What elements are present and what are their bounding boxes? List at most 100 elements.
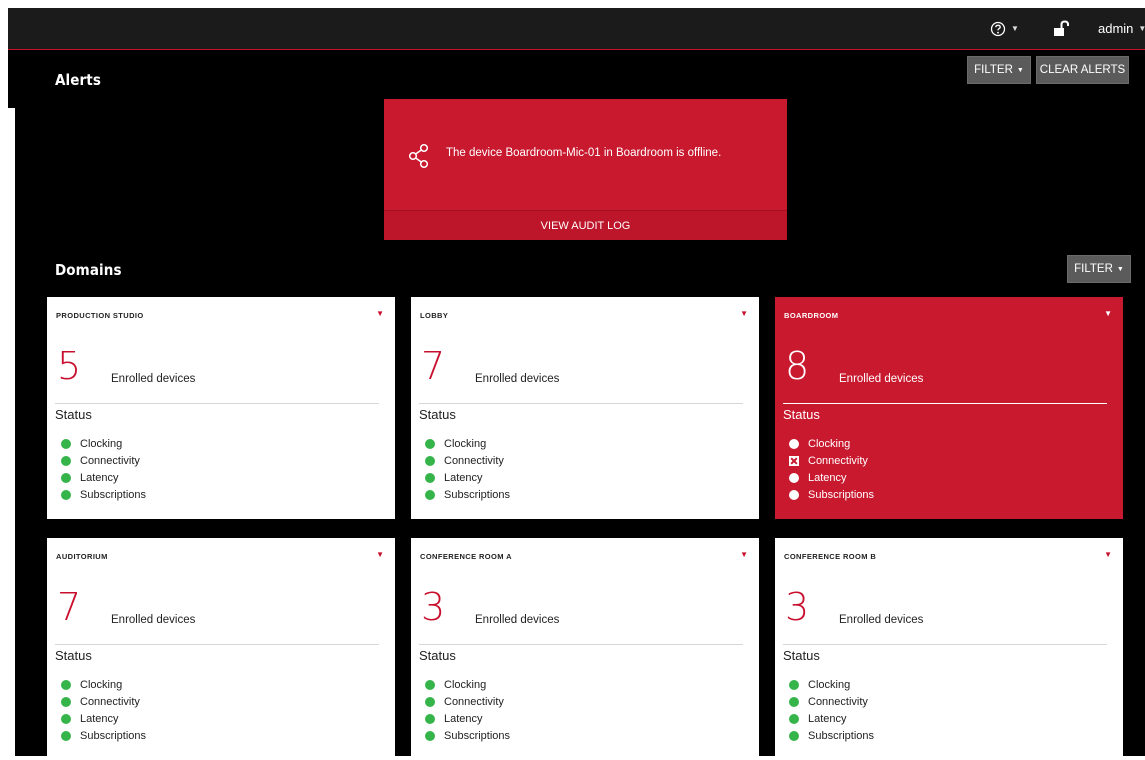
share-network-icon bbox=[408, 143, 429, 169]
help-circle-icon bbox=[990, 21, 1006, 36]
status-heading: Status bbox=[419, 407, 456, 422]
help-menu[interactable]: ▼ bbox=[990, 8, 1019, 49]
alerts-filter-button[interactable]: FILTER ▼ bbox=[967, 56, 1031, 84]
status-label: Connectivity bbox=[80, 454, 140, 467]
status-ok-icon bbox=[789, 696, 799, 707]
status-item: Subscriptions bbox=[425, 486, 510, 503]
card-menu-caret-icon[interactable]: ▼ bbox=[1104, 309, 1112, 318]
domain-card[interactable]: CONFERENCE ROOM B ▼ 3 Enrolled devices Statu… bbox=[775, 538, 1123, 760]
status-ok-icon bbox=[61, 438, 71, 449]
status-ok-icon bbox=[789, 679, 799, 690]
clear-alerts-button[interactable]: CLEAR ALERTS bbox=[1036, 56, 1129, 84]
user-name: admin bbox=[1098, 21, 1134, 36]
enrolled-label: Enrolled devices bbox=[111, 614, 196, 626]
domain-card[interactable]: LOBBY ▼ 7 Enrolled devices Status Clocking Con… bbox=[411, 297, 759, 519]
status-item: Connectivity bbox=[789, 693, 874, 710]
domains-filter-button[interactable]: FILTER ▼ bbox=[1067, 255, 1131, 283]
status-item: Subscriptions bbox=[61, 486, 146, 503]
status-label: Connectivity bbox=[80, 695, 140, 708]
status-list: Clocking Connectivity Latency Subscriptions bbox=[61, 435, 146, 503]
enrolled-count: 8 bbox=[785, 344, 810, 388]
card-menu-caret-icon[interactable]: ▼ bbox=[740, 309, 748, 318]
enrolled-label: Enrolled devices bbox=[839, 373, 924, 385]
status-item: Clocking bbox=[61, 676, 146, 693]
status-item: Subscriptions bbox=[425, 727, 510, 744]
status-label: Connectivity bbox=[444, 454, 504, 467]
status-item: Latency bbox=[425, 469, 510, 486]
status-item: Clocking bbox=[789, 676, 874, 693]
divider bbox=[783, 403, 1107, 404]
enrolled-count: 7 bbox=[57, 585, 82, 629]
unlocked-padlock-icon bbox=[1054, 19, 1069, 36]
status-item: Connectivity bbox=[425, 693, 510, 710]
status-item: Clocking bbox=[425, 676, 510, 693]
status-ok-icon bbox=[425, 472, 435, 483]
view-audit-log-button[interactable]: VIEW AUDIT LOG bbox=[384, 210, 787, 240]
status-ok-icon bbox=[789, 489, 799, 500]
user-menu[interactable]: admin ▼ bbox=[1098, 8, 1145, 49]
status-item: Subscriptions bbox=[61, 727, 146, 744]
status-item: Subscriptions bbox=[789, 486, 874, 503]
alert-card: The device Boardroom-Mic-01 in Boardroom… bbox=[384, 99, 787, 240]
domain-name: CONFERENCE ROOM B bbox=[784, 552, 877, 561]
card-menu-caret-icon[interactable]: ▼ bbox=[1104, 550, 1112, 559]
status-ok-icon bbox=[425, 489, 435, 500]
status-label: Subscriptions bbox=[808, 729, 875, 742]
status-item: Connectivity bbox=[789, 452, 874, 469]
status-item: Connectivity bbox=[61, 693, 146, 710]
status-ok-icon bbox=[425, 696, 435, 707]
enrolled-label: Enrolled devices bbox=[475, 614, 560, 626]
status-ok-icon bbox=[789, 472, 799, 483]
domain-name: CONFERENCE ROOM A bbox=[420, 552, 512, 561]
status-label: Subscriptions bbox=[80, 729, 147, 742]
domains-title: Domains bbox=[55, 261, 122, 279]
status-ok-icon bbox=[789, 713, 799, 724]
status-label: Latency bbox=[80, 471, 119, 484]
top-navbar: ▼ admin ▼ bbox=[8, 8, 1145, 50]
divider bbox=[55, 644, 379, 645]
card-menu-caret-icon[interactable]: ▼ bbox=[740, 550, 748, 559]
status-heading: Status bbox=[55, 648, 92, 663]
status-ok-icon bbox=[61, 679, 71, 690]
status-ok-icon bbox=[61, 713, 71, 724]
status-heading: Status bbox=[419, 648, 456, 663]
status-label: Subscriptions bbox=[808, 488, 875, 501]
status-list: Clocking Connectivity Latency Subscriptions bbox=[425, 435, 510, 503]
divider bbox=[419, 403, 743, 404]
status-label: Connectivity bbox=[444, 695, 504, 708]
status-label: Clocking bbox=[808, 437, 851, 450]
status-label: Clocking bbox=[444, 678, 487, 691]
status-ok-icon bbox=[61, 472, 71, 483]
domain-name: LOBBY bbox=[420, 311, 449, 320]
status-item: Subscriptions bbox=[789, 727, 874, 744]
user-caret-icon: ▼ bbox=[1138, 24, 1145, 33]
status-list: Clocking Connectivity Latency Subscriptions bbox=[789, 435, 874, 503]
domain-card[interactable]: BOARDROOM ▼ 8 Enrolled devices Status Clockin… bbox=[775, 297, 1123, 519]
status-label: Latency bbox=[808, 712, 847, 725]
status-heading: Status bbox=[55, 407, 92, 422]
domains-filter-label: FILTER bbox=[1074, 263, 1113, 275]
status-label: Subscriptions bbox=[444, 488, 511, 501]
status-label: Latency bbox=[80, 712, 119, 725]
enrolled-count: 5 bbox=[57, 344, 82, 388]
enrolled-count: 3 bbox=[785, 585, 810, 629]
card-menu-caret-icon[interactable]: ▼ bbox=[376, 550, 384, 559]
status-ok-icon bbox=[61, 489, 71, 500]
enrolled-count: 7 bbox=[421, 344, 446, 388]
domain-card[interactable]: CONFERENCE ROOM A ▼ 3 Enrolled devices Statu… bbox=[411, 538, 759, 760]
alerts-filter-label: FILTER bbox=[974, 64, 1013, 76]
status-ok-icon bbox=[61, 455, 71, 466]
status-ok-icon bbox=[425, 679, 435, 690]
domain-card[interactable]: PRODUCTION STUDIO ▼ 5 Enrolled devices Statu… bbox=[47, 297, 395, 519]
status-error-icon bbox=[789, 455, 799, 466]
lock-button[interactable] bbox=[1053, 8, 1071, 49]
status-label: Clocking bbox=[80, 678, 123, 691]
status-item: Latency bbox=[61, 469, 146, 486]
status-label: Connectivity bbox=[808, 695, 868, 708]
status-label: Clocking bbox=[808, 678, 851, 691]
status-item: Latency bbox=[789, 469, 874, 486]
card-menu-caret-icon[interactable]: ▼ bbox=[376, 309, 384, 318]
status-ok-icon bbox=[789, 438, 799, 449]
status-list: Clocking Connectivity Latency Subscriptions bbox=[425, 676, 510, 744]
domain-card[interactable]: AUDITORIUM ▼ 7 Enrolled devices Status Clocki… bbox=[47, 538, 395, 760]
